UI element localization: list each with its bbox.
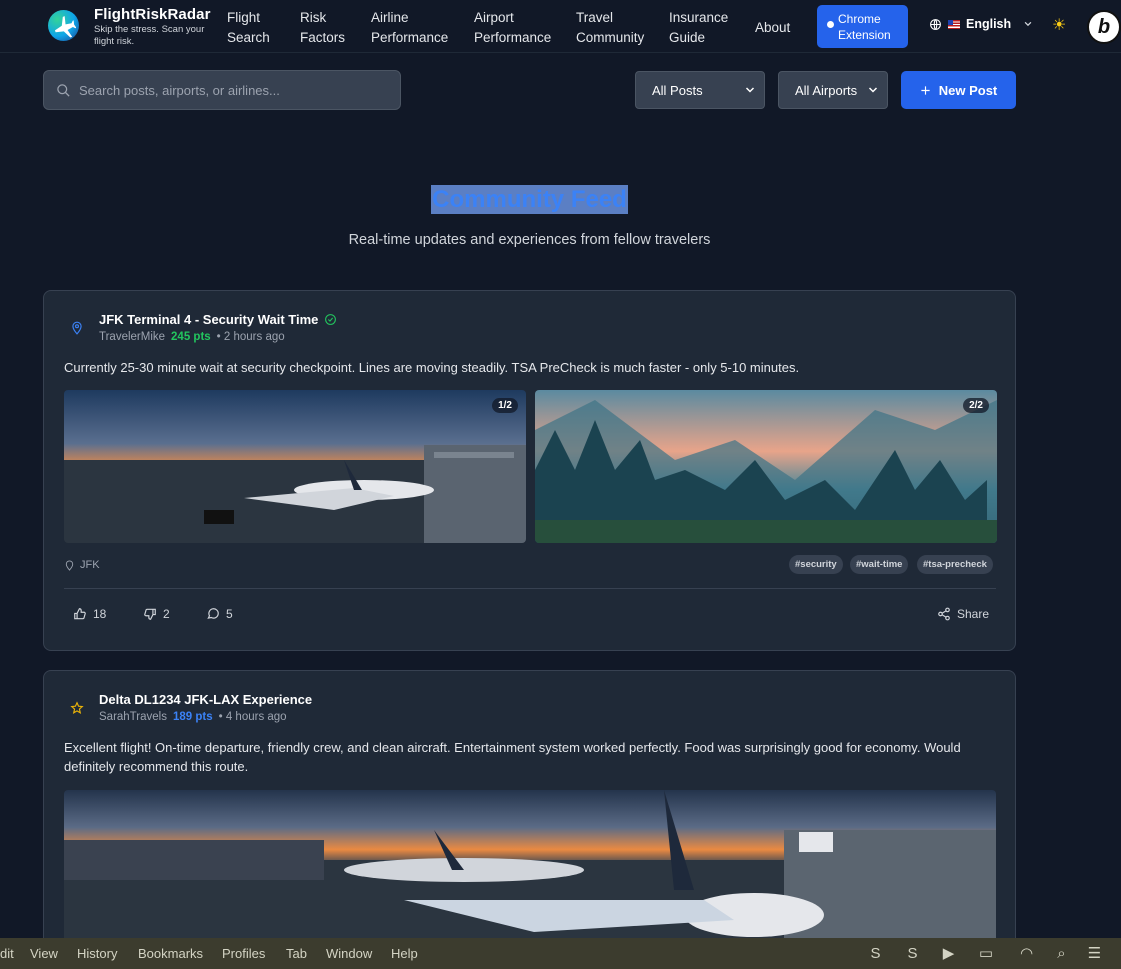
post-body: Currently 25-30 minute wait at security … <box>64 360 800 375</box>
chevron-down-icon <box>745 87 755 93</box>
check-icon <box>827 21 834 28</box>
airports-filter-select[interactable]: All Airports <box>778 71 888 109</box>
sun-icon[interactable]: ☀ <box>1052 18 1068 34</box>
plus-icon <box>921 85 930 95</box>
logo-icon[interactable] <box>48 10 79 41</box>
dislike-count: 2 <box>163 607 170 621</box>
wifi-icon[interactable]: ◠ <box>1018 945 1035 962</box>
search-bar <box>43 70 401 110</box>
location-label: JFK <box>80 559 100 571</box>
airport-sunset-image <box>64 790 996 939</box>
post-card: JFK Terminal 4 - Security Wait Time Trav… <box>43 290 1016 651</box>
menu-window[interactable]: Window <box>326 946 372 961</box>
menu-help[interactable]: Help <box>391 946 418 961</box>
post-title-row[interactable]: Delta DL1234 JFK-LAX Experience <box>99 692 312 707</box>
tag-chip[interactable]: #wait-time <box>850 555 909 574</box>
post-author[interactable]: TravelerMike <box>99 331 165 343</box>
nav-airport-performance[interactable]: Airport Performance <box>474 8 564 48</box>
menu-tab[interactable]: Tab <box>286 946 307 961</box>
post-meta: TravelerMike 245 pts • 2 hours ago <box>99 331 285 343</box>
play-icon[interactable]: ▶ <box>940 945 957 962</box>
chevron-down-icon <box>1024 21 1032 27</box>
comment-icon <box>207 608 219 619</box>
menu-edit[interactable]: dit <box>0 946 14 961</box>
us-flag-icon <box>948 19 960 29</box>
airport-sunset-image <box>64 390 526 543</box>
image-counter-badge: 1/2 <box>492 398 518 413</box>
avatar[interactable]: b <box>1087 10 1121 44</box>
tag-chip[interactable]: #tsa-precheck <box>917 555 993 574</box>
share-label: Share <box>957 607 990 621</box>
nav-flight-search[interactable]: Flight Search <box>227 8 287 48</box>
language-label: English <box>966 17 1012 31</box>
chrome-extension-label: Chrome Extension <box>838 12 891 42</box>
post-body: Excellent flight! On-time departure, fri… <box>64 740 961 774</box>
divider <box>64 588 996 589</box>
like-button[interactable]: 18 <box>73 607 106 621</box>
author-points: 245 pts <box>171 331 211 343</box>
comment-button[interactable]: 5 <box>206 607 233 621</box>
dislike-button[interactable]: 2 <box>143 607 170 621</box>
share-button[interactable]: Share <box>937 607 989 621</box>
menu-bookmarks[interactable]: Bookmarks <box>138 946 203 961</box>
nav-airline-performance[interactable]: Airline Performance <box>371 8 461 48</box>
chrome-extension-button[interactable]: Chrome Extension <box>817 5 908 48</box>
page-subtitle: Real-time updates and experiences from f… <box>348 232 711 248</box>
post-meta: SarahTravels 189 pts • 4 hours ago <box>99 711 287 723</box>
nav-risk-factors[interactable]: Risk Factors <box>300 8 360 48</box>
os-menu-bar: dit View History Bookmarks Profiles Tab … <box>0 938 1121 969</box>
posts-filter-select[interactable]: All Posts <box>635 71 765 109</box>
chevron-down-icon <box>868 87 878 93</box>
post-title-row[interactable]: JFK Terminal 4 - Security Wait Time <box>99 312 337 327</box>
battery-icon[interactable]: ▭ <box>975 945 997 962</box>
forest-valley-image <box>535 390 997 543</box>
nav-insurance-guide[interactable]: Insurance Guide <box>669 8 739 48</box>
s-app-icon[interactable]: S <box>904 945 921 962</box>
control-center-icon[interactable]: ☰ <box>1086 945 1103 962</box>
globe-icon <box>930 18 941 30</box>
new-post-label: New Post <box>938 82 998 98</box>
nav-travel-community[interactable]: Travel Community <box>576 8 656 48</box>
post-time: • 2 hours ago <box>216 331 285 343</box>
share-icon <box>938 607 950 621</box>
nav-about[interactable]: About <box>755 18 790 38</box>
airports-filter-value: All Airports <box>795 82 858 98</box>
brand-name: FlightRiskRadar <box>94 6 211 23</box>
post-time: • 4 hours ago <box>218 711 287 723</box>
language-selector[interactable]: English <box>929 17 1033 31</box>
post-image[interactable] <box>64 790 996 939</box>
comment-count: 5 <box>226 607 233 621</box>
image-counter-badge: 2/2 <box>963 398 989 413</box>
menu-profiles[interactable]: Profiles <box>222 946 265 961</box>
tag-chip[interactable]: #security <box>789 555 843 574</box>
star-icon <box>70 701 84 714</box>
post-location[interactable]: JFK <box>64 559 100 571</box>
location-pin-icon <box>65 559 74 571</box>
thumbs-up-icon <box>74 608 86 620</box>
thumbs-down-icon <box>144 608 156 620</box>
s-app-icon[interactable]: S <box>867 945 884 962</box>
menu-history[interactable]: History <box>77 946 117 961</box>
brand[interactable]: FlightRiskRadar Skip the stress. Scan yo… <box>94 6 224 48</box>
search-icon <box>57 83 70 97</box>
author-points: 189 pts <box>172 711 213 723</box>
search-icon[interactable]: ⌕ <box>1053 945 1070 962</box>
menu-view[interactable]: View <box>30 946 58 961</box>
post-author[interactable]: SarahTravels <box>99 711 167 723</box>
page-title-wrap: Community Feed <box>0 185 1059 214</box>
location-pin-icon <box>72 321 82 335</box>
brand-tagline: Skip the stress. Scan your flight risk. <box>94 24 205 47</box>
post-title: JFK Terminal 4 - Security Wait Time <box>99 312 319 327</box>
post-image[interactable]: 2/2 <box>535 390 997 543</box>
search-input[interactable] <box>79 82 379 98</box>
like-count: 18 <box>93 607 107 621</box>
new-post-button[interactable]: New Post <box>901 71 1016 109</box>
top-nav: FlightRiskRadar Skip the stress. Scan yo… <box>0 0 1121 53</box>
page-title: Community Feed <box>431 185 628 214</box>
post-card: Delta DL1234 JFK-LAX Experience SarahTra… <box>43 670 1016 939</box>
post-title: Delta DL1234 JFK-LAX Experience <box>99 692 313 707</box>
posts-filter-value: All Posts <box>652 82 703 98</box>
verified-check-icon <box>325 314 337 325</box>
post-image[interactable]: 1/2 <box>64 390 526 543</box>
